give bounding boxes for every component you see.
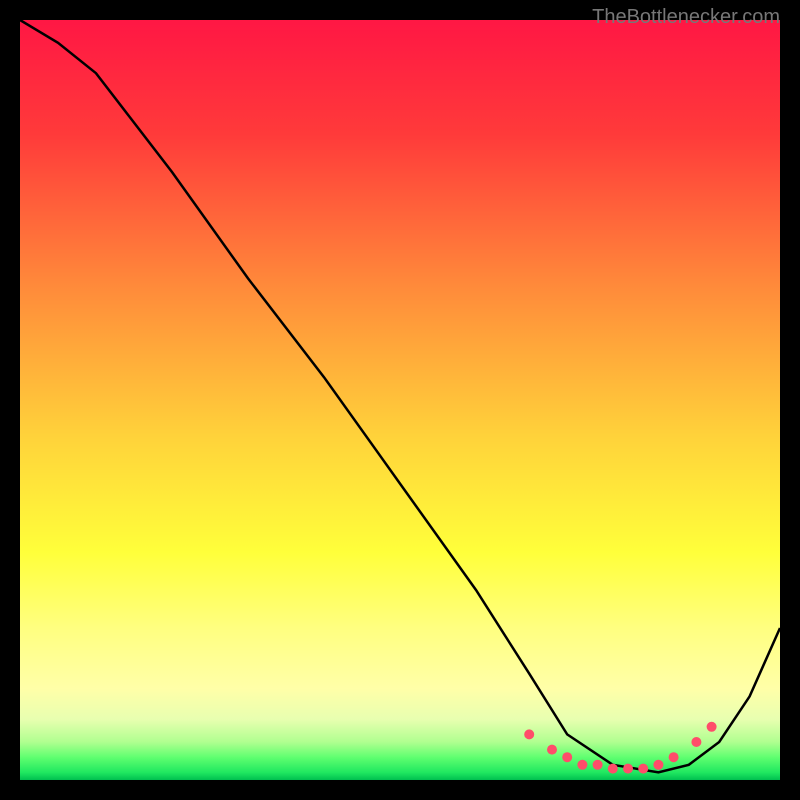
- marker-dot: [577, 760, 587, 770]
- marker-dot: [653, 760, 663, 770]
- marker-dot: [562, 752, 572, 762]
- chart-plot: [20, 20, 780, 780]
- attribution-text: TheBottlenecker.com: [592, 6, 780, 29]
- marker-dot: [638, 764, 648, 774]
- marker-dot: [691, 737, 701, 747]
- marker-dot: [547, 745, 557, 755]
- chart-background: [20, 20, 780, 780]
- marker-dot: [608, 764, 618, 774]
- marker-dot: [669, 752, 679, 762]
- marker-dot: [707, 722, 717, 732]
- marker-dot: [593, 760, 603, 770]
- marker-dot: [524, 729, 534, 739]
- marker-dot: [623, 764, 633, 774]
